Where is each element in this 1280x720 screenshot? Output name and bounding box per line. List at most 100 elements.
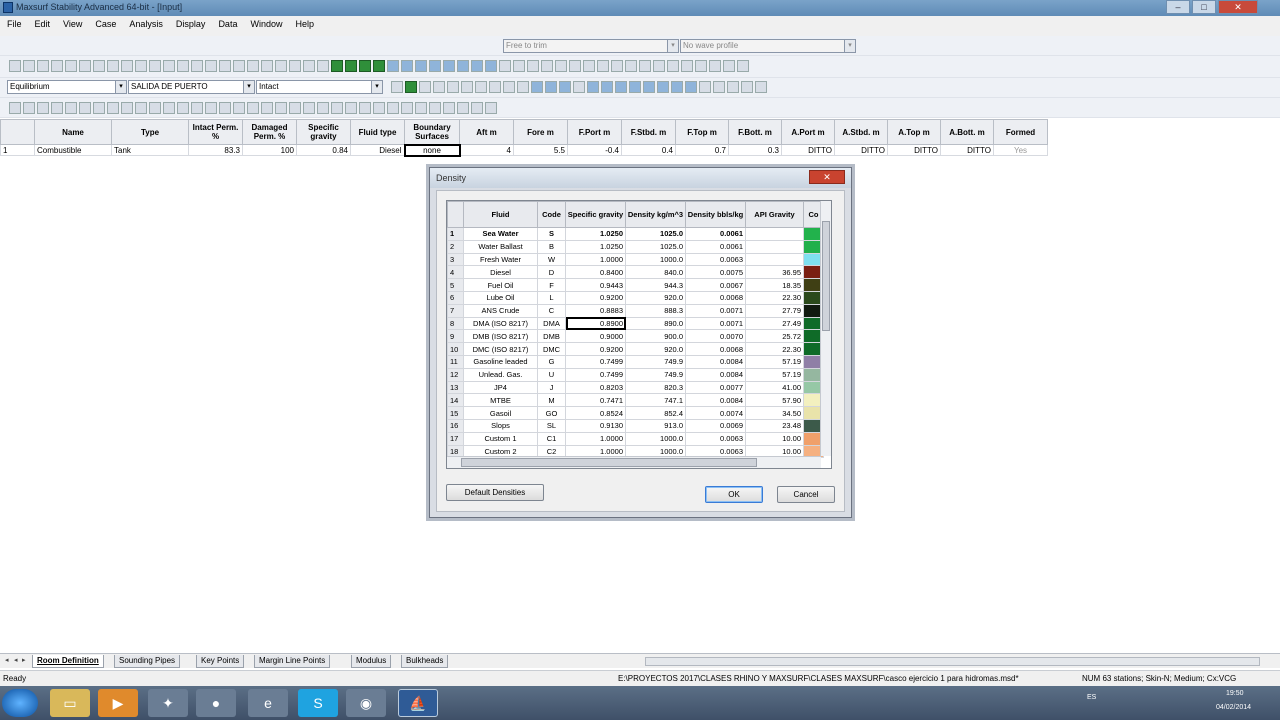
menu-data[interactable]: Data bbox=[211, 16, 243, 29]
start-analysis-icon[interactable] bbox=[405, 81, 417, 93]
layout-icon[interactable] bbox=[443, 60, 455, 72]
horizontal-scrollbar[interactable] bbox=[645, 657, 1260, 666]
specific-gravity-cell[interactable]: 0.9200 bbox=[565, 290, 626, 305]
tool-icon[interactable] bbox=[205, 102, 217, 114]
print-icon[interactable] bbox=[93, 60, 105, 72]
tool-icon[interactable] bbox=[499, 60, 511, 72]
fluid-cell[interactable]: ANS Crude bbox=[463, 303, 538, 318]
api-gravity-cell[interactable]: 22.30 bbox=[745, 290, 804, 305]
tool-icon[interactable] bbox=[639, 60, 651, 72]
close-button[interactable]: ✕ bbox=[1218, 0, 1258, 14]
density-bbls-cell[interactable]: 0.0061 bbox=[685, 239, 746, 254]
tool-icon[interactable] bbox=[555, 60, 567, 72]
tool-icon[interactable] bbox=[475, 81, 487, 93]
tab-key-points[interactable]: Key Points bbox=[196, 655, 245, 668]
specific-gravity-cell[interactable]: 0.84 bbox=[296, 144, 351, 156]
density-kgm3-cell[interactable]: 1025.0 bbox=[625, 239, 686, 254]
tool-icon[interactable] bbox=[345, 102, 357, 114]
specific-gravity-cell[interactable]: 1.0250 bbox=[565, 227, 626, 241]
aft-cell[interactable]: 4 bbox=[459, 144, 514, 156]
column-header[interactable]: Type bbox=[111, 119, 189, 145]
table-row[interactable]: 9 DMB (ISO 8217) DMB 0.9000 900.0 0.0070 25.72 bbox=[447, 329, 824, 344]
fluid-cell[interactable]: Sea Water bbox=[463, 227, 538, 241]
maxsurf-icon[interactable]: ⛵ bbox=[398, 689, 438, 717]
intact-perm-cell[interactable]: 83.3 bbox=[188, 144, 243, 156]
tool-icon[interactable] bbox=[569, 60, 581, 72]
save-icon[interactable] bbox=[37, 60, 49, 72]
density-kgm3-cell[interactable]: 749.9 bbox=[625, 367, 686, 382]
density-kgm3-cell[interactable]: 944.3 bbox=[625, 278, 686, 292]
density-kgm3-cell[interactable]: 1025.0 bbox=[625, 227, 686, 241]
column-header[interactable]: A.Port m bbox=[781, 119, 835, 145]
tool-icon[interactable] bbox=[489, 81, 501, 93]
density-kgm3-cell[interactable]: 888.3 bbox=[625, 303, 686, 318]
column-header[interactable]: A.Bott. m bbox=[940, 119, 994, 145]
tool-icon[interactable] bbox=[709, 60, 721, 72]
specific-gravity-cell[interactable]: 0.8900 bbox=[565, 316, 626, 331]
tool-icon[interactable] bbox=[541, 60, 553, 72]
first-tab-icon[interactable]: ◂ bbox=[5, 656, 9, 664]
specific-gravity-cell[interactable]: 0.8203 bbox=[565, 380, 626, 395]
specific-gravity-cell[interactable]: 0.8400 bbox=[565, 265, 626, 280]
density-bbls-cell[interactable]: 0.0071 bbox=[685, 316, 746, 331]
density-bbls-cell[interactable]: 0.0070 bbox=[685, 329, 746, 344]
code-cell[interactable]: S bbox=[537, 227, 566, 241]
density-kgm3-cell[interactable]: 913.0 bbox=[625, 418, 686, 433]
tool-icon[interactable] bbox=[149, 102, 161, 114]
fluid-cell[interactable]: Unlead. Gas. bbox=[463, 367, 538, 382]
tool-icon[interactable] bbox=[331, 102, 343, 114]
code-cell[interactable]: J bbox=[537, 380, 566, 395]
network-icon[interactable]: ✦ bbox=[148, 689, 188, 717]
tool-icon[interactable] bbox=[303, 102, 315, 114]
tool-icon[interactable] bbox=[653, 60, 665, 72]
code-cell[interactable]: B bbox=[537, 239, 566, 254]
view-icon[interactable] bbox=[531, 81, 543, 93]
vertical-scrollbar[interactable] bbox=[820, 201, 831, 456]
density-bbls-cell[interactable]: 0.0074 bbox=[685, 406, 746, 420]
menu-display[interactable]: Display bbox=[169, 16, 212, 29]
dialog-close-button[interactable]: ✕ bbox=[809, 170, 845, 184]
specific-gravity-cell[interactable]: 1.0250 bbox=[565, 239, 626, 254]
tool-icon[interactable] bbox=[471, 102, 483, 114]
code-cell[interactable]: DMB bbox=[537, 329, 566, 344]
tool-icon[interactable] bbox=[107, 102, 119, 114]
clock-date[interactable]: 04/02/2014 bbox=[1216, 704, 1251, 711]
layout-icon[interactable] bbox=[429, 60, 441, 72]
column-header[interactable]: API Gravity bbox=[745, 201, 804, 228]
tool-icon[interactable] bbox=[289, 60, 301, 72]
density-bbls-cell[interactable]: 0.0071 bbox=[685, 303, 746, 318]
specific-gravity-cell[interactable]: 0.9443 bbox=[565, 278, 626, 292]
tool-icon[interactable] bbox=[163, 60, 175, 72]
a-port-cell[interactable]: DITTO bbox=[781, 144, 835, 156]
api-gravity-cell[interactable]: 36.95 bbox=[745, 265, 804, 280]
api-gravity-cell[interactable]: 22.30 bbox=[745, 342, 804, 356]
table-row[interactable]: 1 Sea Water S 1.0250 1025.0 0.0061 bbox=[447, 227, 824, 241]
column-header[interactable]: Specific gravity bbox=[296, 119, 351, 145]
table-row[interactable]: 16 Slops SL 0.9130 913.0 0.0069 23.48 bbox=[447, 418, 824, 433]
a-bott-cell[interactable]: DITTO bbox=[940, 144, 994, 156]
scroll-thumb[interactable] bbox=[822, 221, 830, 331]
column-header[interactable]: Formed bbox=[993, 119, 1048, 145]
density-bbls-cell[interactable]: 0.0063 bbox=[685, 252, 746, 267]
f-top-cell[interactable]: 0.7 bbox=[675, 144, 729, 156]
tool-icon[interactable] bbox=[737, 60, 749, 72]
column-header[interactable]: Density kg/m^3 bbox=[625, 201, 686, 228]
fluid-cell[interactable]: MTBE bbox=[463, 393, 538, 408]
column-header[interactable]: A.Top m bbox=[887, 119, 941, 145]
tool-icon[interactable] bbox=[9, 102, 21, 114]
density-bbls-cell[interactable]: 0.0077 bbox=[685, 380, 746, 395]
tab-margin-line-points[interactable]: Margin Line Points bbox=[254, 655, 331, 668]
tool-icon[interactable] bbox=[387, 102, 399, 114]
code-cell[interactable]: W bbox=[537, 252, 566, 267]
density-bbls-cell[interactable]: 0.0068 bbox=[685, 290, 746, 305]
start-orb-icon[interactable] bbox=[2, 689, 38, 717]
tool-icon[interactable] bbox=[727, 81, 739, 93]
skype-icon[interactable]: S bbox=[298, 689, 338, 717]
density-bbls-cell[interactable]: 0.0084 bbox=[685, 367, 746, 382]
tool-icon[interactable] bbox=[503, 81, 515, 93]
fluid-cell[interactable]: Gasoline leaded bbox=[463, 354, 538, 369]
api-gravity-cell[interactable]: 10.00 bbox=[745, 431, 804, 446]
tool-icon[interactable] bbox=[461, 81, 473, 93]
density-kgm3-cell[interactable]: 852.4 bbox=[625, 406, 686, 420]
tool-icon[interactable] bbox=[135, 60, 147, 72]
